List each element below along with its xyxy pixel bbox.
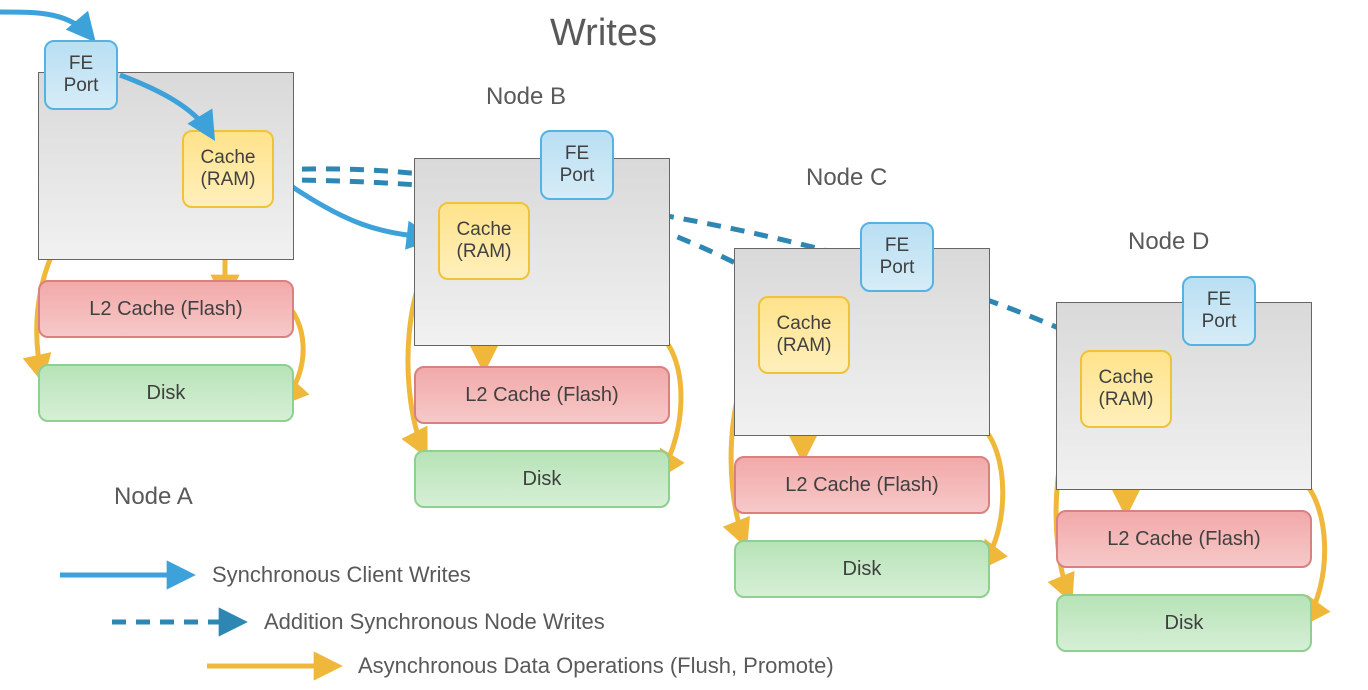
node-a-l2-label: L2 Cache (Flash)	[89, 298, 242, 321]
node-c-disk-label: Disk	[843, 558, 882, 581]
node-d-cache: Cache (RAM)	[1080, 350, 1172, 428]
node-d-l2-label: L2 Cache (Flash)	[1107, 528, 1260, 551]
node-c-fe-label: FE Port	[880, 235, 915, 279]
node-c-fe-port: FE Port	[860, 222, 934, 292]
node-a-disk: Disk	[38, 364, 294, 422]
node-b-label: Node B	[486, 83, 566, 111]
node-d-fe-label: FE Port	[1202, 289, 1237, 333]
node-b-fe-label: FE Port	[560, 143, 595, 187]
node-a-cache-label: Cache (RAM)	[201, 147, 256, 191]
node-b-l2: L2 Cache (Flash)	[414, 366, 670, 424]
node-b-fe-port: FE Port	[540, 130, 614, 200]
node-c-cache-label: Cache (RAM)	[777, 313, 832, 357]
node-d-cache-label: Cache (RAM)	[1099, 367, 1154, 411]
legend-async-data: Asynchronous Data Operations (Flush, Pro…	[358, 653, 834, 679]
node-c-l2: L2 Cache (Flash)	[734, 456, 990, 514]
node-a-cache: Cache (RAM)	[182, 130, 274, 208]
node-b-disk: Disk	[414, 450, 670, 508]
node-c-disk: Disk	[734, 540, 990, 598]
node-c-cache: Cache (RAM)	[758, 296, 850, 374]
node-d-l2: L2 Cache (Flash)	[1056, 510, 1312, 568]
node-b-cache-label: Cache (RAM)	[457, 219, 512, 263]
node-a-fe-label: FE Port	[64, 53, 99, 97]
node-b-disk-label: Disk	[523, 468, 562, 491]
node-a-disk-label: Disk	[147, 382, 186, 405]
legend-sync: Synchronous Client Writes	[212, 562, 471, 588]
node-a-label: Node A	[114, 483, 193, 511]
node-d-fe-port: FE Port	[1182, 276, 1256, 346]
node-c-label: Node C	[806, 164, 887, 192]
node-b-cache: Cache (RAM)	[438, 202, 530, 280]
node-d-disk-label: Disk	[1165, 612, 1204, 635]
legend-async-node: Addition Synchronous Node Writes	[264, 609, 605, 635]
node-d-label: Node D	[1128, 228, 1209, 256]
diagram-title: Writes	[550, 12, 657, 55]
node-a-fe-port: FE Port	[44, 40, 118, 110]
node-b-l2-label: L2 Cache (Flash)	[465, 384, 618, 407]
node-a-l2: L2 Cache (Flash)	[38, 280, 294, 338]
node-c-l2-label: L2 Cache (Flash)	[785, 474, 938, 497]
node-d-disk: Disk	[1056, 594, 1312, 652]
